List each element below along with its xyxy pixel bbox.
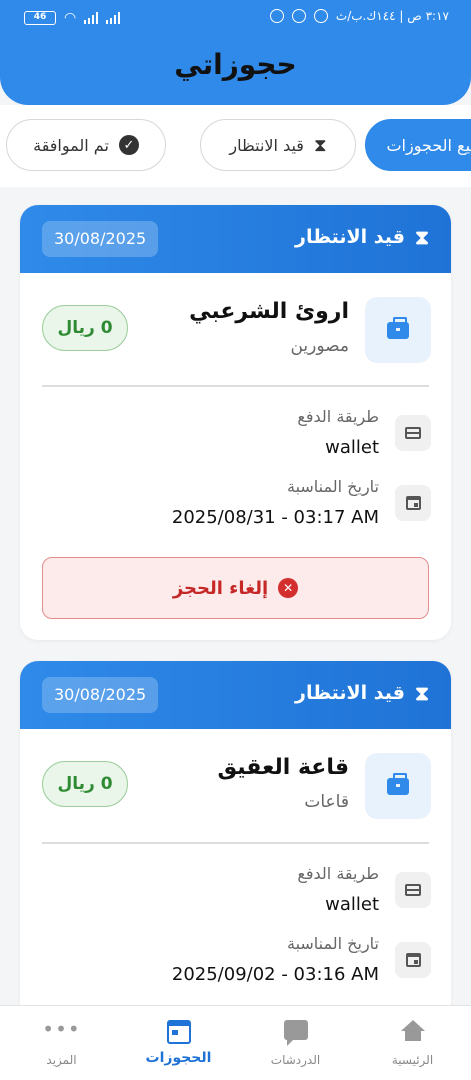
home-icon <box>400 1020 425 1042</box>
venue-name: اروئ الشرعبي <box>189 299 349 324</box>
credit-card-icon <box>405 427 421 439</box>
nav-chats[interactable]: الدردشات <box>237 1006 354 1080</box>
nav-label: الرئيسية <box>391 1053 434 1067</box>
event-date: تاريخ المناسبة 2025/09/02 - 03:16 AM <box>40 934 431 994</box>
divider <box>42 385 429 387</box>
event-date: تاريخ المناسبة 2025/08/31 - 03:17 AM <box>40 477 431 537</box>
cancel-booking-button[interactable]: ✕ إلغاء الحجز <box>42 557 429 619</box>
briefcase-icon <box>387 772 409 795</box>
tab-pending[interactable]: ⧗ قيد الانتظار <box>200 119 356 171</box>
nav-home[interactable]: الرئيسية <box>354 1006 471 1080</box>
booking-card-header: ⧗ قيد الانتظار 30/08/2025 <box>20 205 451 273</box>
event-value: 2025/08/31 - 03:17 AM <box>171 507 379 528</box>
hourglass-icon: ⧗ <box>414 225 429 249</box>
payment-value: wallet <box>325 437 379 458</box>
event-label: تاريخ المناسبة <box>286 934 379 953</box>
nav-bookings[interactable]: الحجوزات <box>120 1006 237 1080</box>
price-badge: 0 ريال <box>42 305 128 351</box>
booking-date: 30/08/2025 <box>42 677 159 713</box>
briefcase-icon <box>387 316 409 339</box>
tab-label: قيد الانتظار <box>229 135 304 155</box>
chat-icon <box>283 1020 308 1046</box>
status-text: قيد الانتظار <box>295 226 405 248</box>
payment-value: wallet <box>325 894 379 915</box>
booking-status: ⧗ قيد الانتظار <box>295 681 429 705</box>
nav-label: الحجوزات <box>145 1050 212 1066</box>
battery-icon: 46 <box>24 11 56 25</box>
calendar-icon <box>405 496 421 510</box>
booking-date: 30/08/2025 <box>42 221 159 257</box>
mute-icon <box>313 9 328 23</box>
nav-more[interactable]: ••• المزيد <box>3 1006 120 1080</box>
tab-label: جميع الحجوزات <box>386 135 471 155</box>
price-badge: 0 ريال <box>42 761 128 807</box>
signal-icon <box>84 12 99 24</box>
venue-name: قاعة العقيق <box>217 755 349 780</box>
payment-method: طريقة الدفع wallet <box>40 864 431 924</box>
status-right: ٣:١٧ ص | ١٤٤ك.ب/ث <box>269 9 449 23</box>
bottom-nav: الرئيسية الدردشات الحجوزات ••• المزيد <box>0 1005 471 1080</box>
tab-all-bookings[interactable]: جميع الحجوزات <box>365 119 471 171</box>
status-icons: 46 ◠ <box>24 10 121 26</box>
payment-label: طريقة الدفع <box>297 407 379 426</box>
venue-icon <box>365 297 431 363</box>
event-value: 2025/09/02 - 03:16 AM <box>171 964 379 985</box>
divider <box>42 842 429 844</box>
cancel-icon: ✕ <box>278 578 299 598</box>
event-icon-box <box>395 942 431 978</box>
telegram-icon <box>269 9 284 23</box>
venue-icon <box>365 753 431 819</box>
credit-card-icon <box>405 884 421 896</box>
venue-category: مصورين <box>290 336 349 356</box>
tab-label: تم الموافقة <box>33 135 109 155</box>
venue-row: قاعة العقيق قاعات 0 ريال <box>20 729 451 829</box>
booking-card[interactable]: ⧗ قيد الانتظار 30/08/2025 اروئ الشرعبي م… <box>20 205 451 640</box>
booking-status: ⧗ قيد الانتظار <box>295 225 429 249</box>
booking-card-header: ⧗ قيد الانتظار 30/08/2025 <box>20 661 451 729</box>
payment-label: طريقة الدفع <box>297 864 379 883</box>
calendar-icon <box>166 1020 191 1044</box>
hourglass-icon: ⧗ <box>414 681 429 705</box>
tab-approved[interactable]: ✓ تم الموافقة <box>6 119 166 171</box>
nav-label: المزيد <box>46 1053 77 1067</box>
filter-tabs: جميع الحجوزات ⧗ قيد الانتظار ✓ تم المواف… <box>0 105 471 187</box>
venue-category: قاعات <box>304 792 349 812</box>
calendar-icon <box>405 953 421 967</box>
hourglass-icon: ⧗ <box>313 134 327 156</box>
status-time: ٣:١٧ ص | ١٤٤ك.ب/ث <box>335 9 449 23</box>
status-bar: 46 ◠ ٣:١٧ ص | ١٤٤ك.ب/ث <box>0 0 471 36</box>
status-text: قيد الانتظار <box>295 682 405 704</box>
wifi-icon: ◠ <box>64 10 77 26</box>
payment-icon-box <box>395 415 431 451</box>
payment-method: طريقة الدفع wallet <box>40 407 431 467</box>
signal-icon-2 <box>106 12 121 24</box>
more-icon: ••• <box>42 1017 81 1041</box>
venue-row: اروئ الشرعبي مصورين 0 ريال <box>20 273 451 373</box>
booking-card[interactable]: ⧗ قيد الانتظار 30/08/2025 قاعة العقيق قا… <box>20 661 451 1021</box>
page-title: حجوزاتي <box>174 48 297 81</box>
event-icon-box <box>395 485 431 521</box>
nav-label: الدردشات <box>270 1053 321 1067</box>
app-header: 46 ◠ ٣:١٧ ص | ١٤٤ك.ب/ث حجوزاتي <box>0 0 471 105</box>
alarm-icon <box>291 9 306 23</box>
check-circle-icon: ✓ <box>118 135 139 155</box>
event-label: تاريخ المناسبة <box>286 477 379 496</box>
payment-icon-box <box>395 872 431 908</box>
cancel-label: إلغاء الحجز <box>172 577 269 599</box>
